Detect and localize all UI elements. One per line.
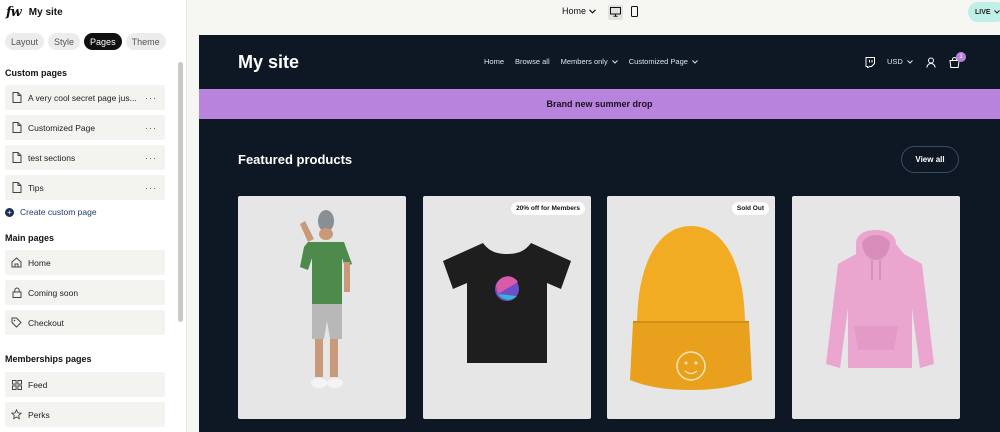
page-item-label: Feed	[28, 379, 48, 390]
editor-root: fw My site Layout Style Pages Theme Cust…	[0, 0, 1000, 432]
page-select-value: Home	[562, 6, 587, 16]
chevron-down-icon	[692, 57, 698, 66]
page-icon	[10, 121, 23, 134]
page-icon	[10, 181, 23, 194]
tag-icon	[10, 316, 23, 329]
page-item-tips[interactable]: Tips ···	[5, 175, 165, 200]
live-status-label: LIVE	[975, 8, 991, 16]
star-icon	[10, 408, 23, 421]
more-options-button[interactable]: ···	[145, 123, 157, 133]
create-custom-page-button[interactable]: + Create custom page	[5, 207, 97, 217]
memberships-pages-title: Memberships pages	[5, 354, 92, 364]
tab-style[interactable]: Style	[48, 33, 81, 50]
brand-logo[interactable]: fw	[6, 5, 22, 20]
main-pages-title: Main pages	[5, 233, 55, 243]
desktop-icon	[610, 4, 621, 22]
announcement-text: Brand new summer drop	[546, 99, 653, 109]
editor-tabs: Layout Style Pages Theme	[5, 33, 166, 50]
more-options-button[interactable]: ···	[145, 153, 157, 163]
product-image-hoodie	[826, 230, 934, 368]
live-status-toggle[interactable]: LIVE	[968, 2, 1000, 22]
editor-panel: fw My site Layout Style Pages Theme Cust…	[0, 0, 187, 432]
mobile-view-button[interactable]	[627, 5, 642, 20]
page-item-label: A very cool secret page jus...	[28, 92, 137, 103]
more-options-button[interactable]: ···	[145, 93, 157, 103]
page-item-label: Checkout	[28, 317, 64, 328]
announcement-banner: Brand new summer drop	[199, 89, 1000, 119]
nav-item-members-only[interactable]: Members only	[561, 57, 618, 66]
site-name: My site	[28, 6, 63, 18]
chevron-down-icon	[993, 9, 1000, 16]
home-icon	[10, 256, 23, 269]
nav-label: Members only	[560, 57, 608, 66]
chevron-down-icon	[906, 57, 913, 66]
twitch-icon[interactable]	[865, 55, 875, 69]
nav-label: Home	[484, 57, 505, 66]
currency-value: USD	[887, 57, 903, 66]
product-image-beanie	[630, 226, 752, 390]
page-item-label: test sections	[28, 152, 76, 163]
tab-theme[interactable]: Theme	[125, 33, 166, 50]
top-toolbar: Home LIVE	[188, 0, 1000, 25]
create-custom-page-label: Create custom page	[20, 207, 97, 217]
nav-label: Customized Page	[628, 57, 688, 66]
lock-icon	[10, 286, 23, 299]
product-image-model	[300, 210, 352, 388]
product-badge: 20% off for Members	[511, 202, 585, 215]
featured-products-title: Featured products	[238, 152, 353, 167]
site-preview: My site Home Browse all Members only Cus…	[199, 35, 1000, 432]
cart-count-badge: 1	[956, 52, 966, 62]
site-header: My site Home Browse all Members only Cus…	[199, 35, 1000, 89]
page-icon	[10, 151, 23, 164]
page-item-label: Perks	[28, 409, 50, 420]
tab-pages[interactable]: Pages	[84, 33, 122, 50]
user-icon[interactable]	[926, 55, 936, 69]
nav-item-customized-page[interactable]: Customized Page	[629, 57, 698, 66]
page-item-label: Tips	[28, 182, 44, 193]
page-item-label: Coming soon	[28, 287, 79, 298]
custom-pages-title: Custom pages	[5, 68, 68, 78]
grid-icon	[10, 378, 23, 391]
page-item-home[interactable]: Home	[5, 250, 165, 275]
mobile-icon	[631, 4, 638, 22]
chevron-down-icon	[611, 57, 618, 66]
more-options-button[interactable]: ···	[145, 183, 157, 193]
page-item-test-sections[interactable]: test sections ···	[5, 145, 165, 170]
nav-item-browse-all[interactable]: Browse all	[515, 57, 550, 66]
page-select-dropdown[interactable]: Home	[562, 6, 596, 16]
page-icon	[10, 91, 23, 104]
product-card[interactable]	[792, 196, 960, 419]
desktop-view-button[interactable]	[608, 5, 623, 20]
plus-icon: +	[5, 207, 14, 217]
currency-selector[interactable]: USD	[887, 57, 913, 66]
product-card[interactable]	[238, 196, 406, 419]
page-item-coming-soon[interactable]: Coming soon	[5, 280, 165, 305]
brand: fw My site	[6, 5, 63, 20]
site-nav: Home Browse all Members only Customized …	[484, 57, 698, 66]
product-badge: Sold Out	[731, 202, 769, 215]
product-image-tshirt	[443, 243, 571, 363]
product-card[interactable]: 20% off for Members	[423, 196, 591, 419]
site-title[interactable]: My site	[238, 52, 299, 73]
page-item-checkout[interactable]: Checkout	[5, 310, 165, 335]
tab-layout[interactable]: Layout	[5, 33, 45, 50]
page-item-label: Home	[28, 257, 51, 268]
nav-item-home[interactable]: Home	[484, 57, 504, 66]
product-card[interactable]: Sold Out	[607, 196, 775, 419]
nav-label: Browse all	[515, 57, 550, 66]
page-item-label: Customized Page	[28, 122, 96, 133]
panel-scrollbar[interactable]	[178, 62, 183, 322]
page-item-customized[interactable]: Customized Page ···	[5, 115, 165, 140]
page-item-perks[interactable]: Perks	[5, 402, 165, 427]
page-item-secret[interactable]: A very cool secret page jus... ···	[5, 85, 165, 110]
page-item-feed[interactable]: Feed	[5, 372, 165, 397]
chevron-down-icon	[589, 6, 596, 16]
view-all-button[interactable]: View all	[901, 146, 959, 173]
